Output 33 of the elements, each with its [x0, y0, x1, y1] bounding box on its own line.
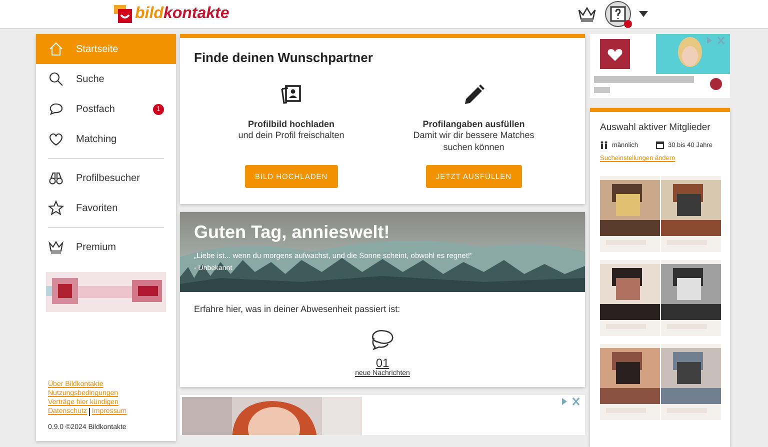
placeholder-photo-icon	[609, 5, 627, 23]
binoculars-icon	[48, 170, 64, 186]
logo-text[interactable]: bildkontakte	[135, 5, 230, 23]
task-title: Profilbild hochladen	[248, 119, 334, 129]
caret-icon[interactable]	[639, 11, 648, 17]
logo-icon	[114, 5, 134, 23]
chat-bubbles-icon	[370, 328, 396, 350]
people-icon	[600, 141, 608, 149]
nav-item[interactable]: Matching	[36, 124, 176, 154]
star-icon	[48, 200, 64, 216]
heart-icon	[48, 131, 64, 147]
ad-choices-icon[interactable]	[561, 397, 581, 406]
notification-dot	[624, 20, 632, 28]
nav-item[interactable]: Favoriten	[36, 193, 176, 223]
nav-item[interactable]: Suche	[36, 64, 176, 94]
intro-text: Erfahre hier, was in deiner Abwesenheit passiert ist:	[194, 304, 402, 314]
nav-item[interactable]: Premium	[36, 232, 176, 262]
chat-icon	[48, 101, 64, 117]
nav-item[interactable]: Profilbesucher	[36, 163, 176, 193]
avatar-button[interactable]	[605, 1, 631, 27]
task-description: und dein Profil freischalten	[238, 129, 344, 142]
message-count-link[interactable]: 01	[376, 356, 390, 370]
card-title: Finde deinen Wunschpartner	[193, 49, 374, 65]
calendar-icon	[656, 141, 664, 149]
home-icon	[48, 41, 64, 57]
task-description: Damit wir dir bessere Matches suchen können	[412, 129, 536, 153]
search-icon	[48, 71, 64, 87]
crown-icon[interactable]	[577, 6, 597, 22]
task-title: Profilangaben ausfüllen	[422, 119, 525, 129]
crown-icon	[48, 239, 64, 255]
greeting-title: Guten Tag, annieswelt!	[194, 222, 391, 243]
card-title: Auswahl aktiver Mitglieder	[600, 122, 712, 133]
photos-icon	[279, 83, 304, 107]
